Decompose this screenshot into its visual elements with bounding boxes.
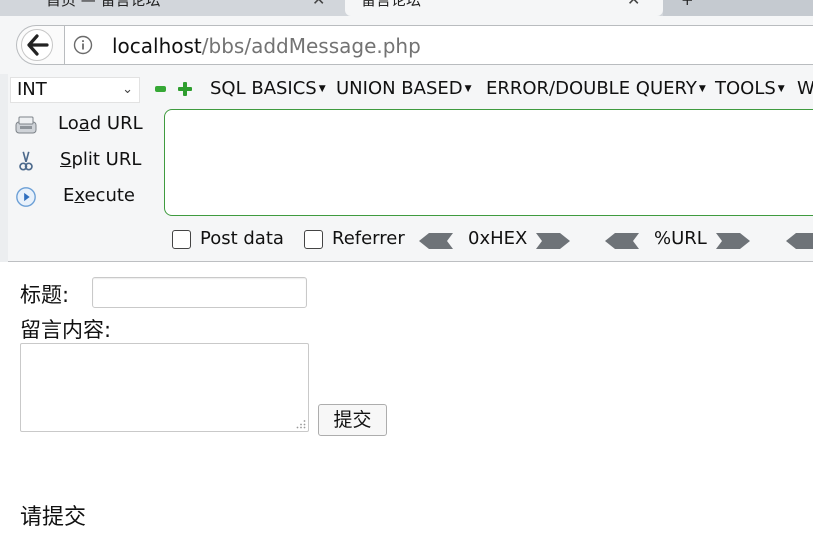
url-bar[interactable]: localhost/bbs/addMessage.php	[64, 25, 813, 65]
url-host: localhost	[112, 34, 202, 58]
menu-union-based-label: UNION BASED	[336, 78, 463, 99]
info-icon[interactable]	[73, 35, 93, 55]
url-encoding-label: %URL	[654, 228, 707, 249]
menu-overflow[interactable]: W	[797, 78, 813, 100]
hackbar-panel: INT ⌄ SQL BASICS ▼ UNION BASED ▼ ERROR/DOU…	[0, 74, 813, 262]
referrer-checkbox-box[interactable]	[304, 230, 323, 249]
new-tab-plus-icon: +	[681, 0, 694, 9]
back-button[interactable]	[16, 25, 64, 65]
menu-sql-basics-label: SQL BASICS	[210, 78, 317, 99]
hackbar-url-textarea[interactable]	[164, 109, 813, 216]
hackbar-edge	[0, 74, 8, 262]
title-input[interactable]	[92, 277, 307, 308]
tab-strip: 首页 — 留言论坛 ✕ 留言论坛 ✕ +	[0, 0, 813, 16]
decrease-icon[interactable]	[155, 86, 166, 92]
tab-active[interactable]: 留言论坛 ✕	[345, 0, 663, 16]
hex-encoding-label: 0xHEX	[468, 228, 528, 249]
execute-button[interactable]: Execute	[12, 182, 152, 212]
menu-union-based[interactable]: UNION BASED ▼	[336, 78, 472, 100]
menu-tools-label: TOOLS	[715, 78, 776, 99]
split-url-label: Split URL	[60, 149, 142, 170]
tab-active-close-icon[interactable]: ✕	[627, 0, 640, 14]
navigation-bar: localhost/bbs/addMessage.php	[0, 16, 813, 74]
submit-button[interactable]: 提交	[318, 404, 387, 436]
post-data-checkbox-box[interactable]	[172, 230, 191, 249]
back-arrow-icon	[27, 34, 49, 56]
url-text[interactable]: localhost/bbs/addMessage.php	[112, 34, 421, 58]
url-encode-arrow-icon[interactable]	[716, 233, 750, 249]
menu-error-double-query[interactable]: ERROR/DOUBLE QUERY ▼	[486, 78, 706, 100]
execute-label: Execute	[63, 185, 135, 206]
referrer-label: Referrer	[332, 228, 405, 249]
hex-encode-arrow-icon[interactable]	[536, 233, 570, 249]
scissors-icon	[19, 151, 33, 171]
post-data-label: Post data	[200, 228, 284, 249]
hex-decode-arrow-icon[interactable]	[419, 233, 453, 249]
message-content-label: 留言内容:	[20, 318, 112, 342]
menu-caret-icon: ▼	[777, 84, 785, 94]
menu-overflow-label: W	[797, 78, 813, 99]
menu-error-double-query-label: ERROR/DOUBLE QUERY	[486, 78, 697, 99]
load-url-icon	[15, 116, 37, 134]
increase-icon[interactable]	[178, 82, 192, 96]
menu-caret-icon: ▼	[318, 84, 326, 94]
tab-home-label: 首页 — 留言论坛	[46, 0, 161, 9]
new-tab-button[interactable]: +	[663, 0, 813, 16]
split-url-button[interactable]: Split URL	[12, 146, 152, 176]
menu-caret-icon: ▼	[698, 84, 706, 94]
menu-sql-basics[interactable]: SQL BASICS ▼	[210, 78, 326, 100]
menu-tools[interactable]: TOOLS ▼	[715, 78, 785, 100]
tab-home-close-icon[interactable]: ✕	[312, 0, 325, 14]
load-url-label: Load URL	[58, 113, 143, 134]
message-content-textarea[interactable]	[20, 343, 309, 432]
menu-caret-icon: ▼	[464, 84, 472, 94]
chevron-down-icon: ⌄	[122, 82, 133, 97]
title-label: 标题:	[20, 283, 70, 307]
url-decode-arrow-icon[interactable]	[605, 233, 639, 249]
injection-type-value: INT	[17, 79, 47, 100]
tab-home[interactable]: 首页 — 留言论坛 ✕	[0, 0, 345, 16]
play-icon	[16, 187, 36, 207]
load-url-button[interactable]: Load URL	[12, 110, 152, 140]
resize-grip-icon[interactable]	[296, 419, 306, 429]
url-path: /bbs/addMessage.php	[201, 34, 421, 58]
status-message: 请提交	[20, 505, 87, 530]
tab-active-label: 留言论坛	[361, 0, 422, 9]
more-decode-arrow-icon[interactable]	[786, 233, 813, 249]
page-content: 标题: 留言内容: 提交 请提交	[0, 263, 813, 551]
injection-type-select[interactable]: INT ⌄	[10, 77, 140, 103]
